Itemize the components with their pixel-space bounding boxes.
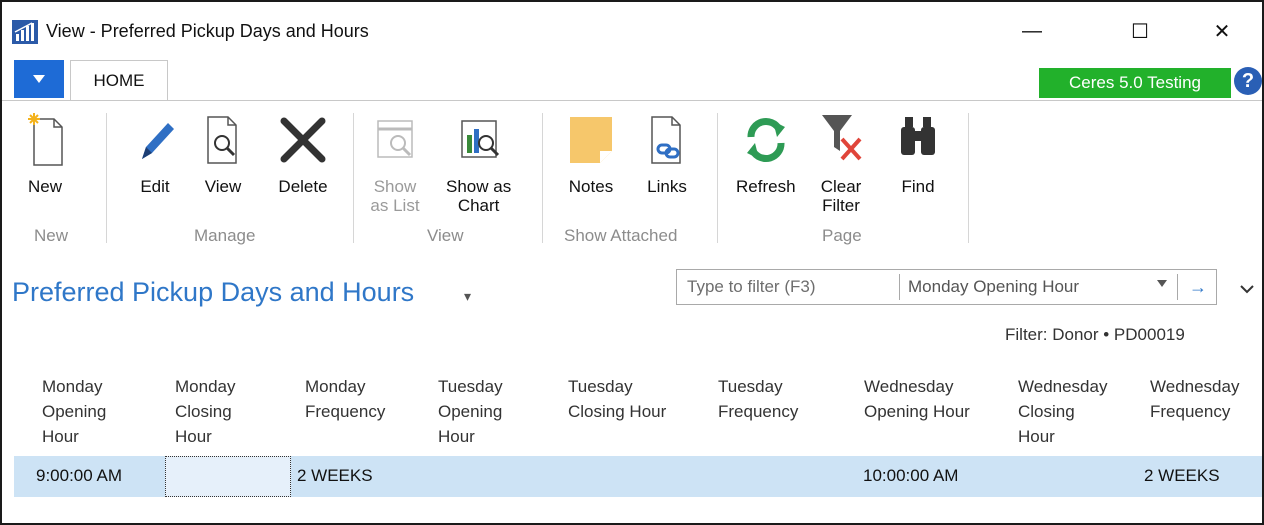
delete-button-label: Delete	[278, 177, 328, 196]
links-button[interactable]: Links	[642, 109, 692, 196]
collapse-chevron-icon[interactable]	[1238, 280, 1256, 298]
group-separator	[353, 113, 354, 243]
binoculars-icon	[901, 117, 935, 155]
show-as-chart-button[interactable]: Show as Chart	[446, 109, 511, 215]
table-cell-monday-frequency[interactable]: 2 WEEKS	[297, 466, 373, 486]
clear-filter-button[interactable]: Clear Filter	[816, 109, 866, 215]
delete-x-icon	[280, 117, 326, 163]
app-logo-icon	[12, 20, 38, 44]
delete-button[interactable]: Delete	[278, 109, 328, 196]
active-filter-label: Filter: Donor • PD00019	[1005, 325, 1185, 344]
link-document-icon	[651, 116, 681, 164]
view-document-icon	[207, 116, 237, 164]
edit-button[interactable]: Edit	[130, 109, 180, 196]
tab-home[interactable]: HOME	[70, 60, 168, 101]
view-button-label: View	[204, 177, 242, 196]
title-bar: View - Preferred Pickup Days and Hours —…	[2, 2, 1262, 52]
table-cell-monday-opening[interactable]: 9:00:00 AM	[36, 466, 122, 486]
chart-view-icon	[460, 120, 499, 158]
table-cell-wednesday-opening[interactable]: 10:00:00 AM	[863, 466, 958, 486]
group-separator	[542, 113, 543, 243]
find-button-label: Find	[901, 177, 935, 196]
refresh-button-label: Refresh	[736, 177, 796, 196]
arrow-right-icon: →	[1189, 276, 1207, 297]
show-as-list-label: Show as List	[370, 177, 420, 215]
column-header-tuesday-opening[interactable]: Tuesday Opening Hour	[438, 374, 503, 449]
apply-filter-button[interactable]: →	[1182, 272, 1214, 302]
help-icon[interactable]: ?	[1234, 67, 1262, 95]
refresh-icon	[746, 117, 785, 163]
group-separator	[968, 113, 969, 243]
chevron-down-icon[interactable]	[1157, 280, 1167, 288]
window-title: View - Preferred Pickup Days and Hours	[46, 21, 369, 41]
ribbon-tab-row: HOME Ceres 5.0 Testing ?	[2, 58, 1262, 101]
notes-button[interactable]: Notes	[566, 109, 616, 196]
group-separator	[106, 113, 107, 243]
dropdown-arrow-icon	[33, 75, 45, 83]
minimize-icon: —	[1022, 19, 1042, 42]
minimize-button[interactable]: —	[1012, 14, 1052, 48]
clear-filter-label: Clear Filter	[820, 177, 862, 215]
view-button[interactable]: View	[198, 109, 248, 196]
table-cell-wednesday-frequency[interactable]: 2 WEEKS	[1144, 466, 1220, 486]
clear-filter-icon	[822, 115, 862, 161]
filter-divider	[1177, 274, 1178, 300]
pencil-icon	[142, 123, 174, 159]
maximize-button[interactable]: ☐	[1120, 14, 1160, 48]
column-header-wednesday-opening[interactable]: Wednesday Opening Hour	[864, 374, 970, 424]
new-button[interactable]: New	[20, 109, 70, 196]
find-button[interactable]: Find	[893, 109, 943, 196]
new-button-label: New	[27, 177, 62, 196]
close-button[interactable]: ✕	[1202, 14, 1242, 48]
edit-button-label: Edit	[140, 177, 170, 196]
notes-button-label: Notes	[568, 177, 614, 196]
page-title[interactable]: Preferred Pickup Days and Hours	[12, 277, 414, 308]
column-header-monday-closing[interactable]: Monday Closing Hour	[175, 374, 235, 449]
table-cell-monday-closing[interactable]	[165, 456, 291, 497]
column-header-monday-opening[interactable]: Monday Opening Hour	[42, 374, 106, 449]
group-separator	[717, 113, 718, 243]
group-label-page: Page	[822, 226, 862, 245]
application-menu-button[interactable]	[14, 60, 64, 98]
group-label-view: View	[427, 226, 464, 245]
group-label-show-attached: Show Attached	[564, 226, 678, 245]
group-label-manage: Manage	[194, 226, 256, 245]
show-as-list-button[interactable]: Show as List	[370, 109, 420, 215]
sticky-note-icon	[570, 117, 612, 163]
list-view-icon	[377, 120, 413, 158]
filter-divider	[899, 274, 900, 300]
show-as-chart-label: Show as Chart	[446, 177, 512, 215]
filter-box: Monday Opening Hour →	[676, 269, 1217, 305]
group-label-new: New	[34, 226, 69, 245]
refresh-button[interactable]: Refresh	[736, 109, 796, 196]
page-title-dropdown-icon[interactable]: ▾	[464, 288, 471, 305]
column-header-wednesday-frequency[interactable]: Wednesday Frequency	[1150, 374, 1239, 424]
environment-badge: Ceres 5.0 Testing	[1039, 68, 1231, 98]
column-header-tuesday-closing[interactable]: Tuesday Closing Hour	[568, 374, 666, 424]
column-header-monday-frequency[interactable]: Monday Frequency	[305, 374, 385, 424]
ribbon: New New Edit View Delete Manage Show as …	[2, 101, 1262, 251]
filter-input[interactable]	[677, 270, 899, 304]
links-button-label: Links	[647, 177, 687, 196]
app-window: View - Preferred Pickup Days and Hours —…	[0, 0, 1264, 525]
filter-field-select[interactable]: Monday Opening Hour	[908, 277, 1079, 297]
maximize-icon: ☐	[1131, 20, 1149, 43]
new-document-icon	[28, 113, 63, 166]
column-header-wednesday-closing[interactable]: Wednesday Closing Hour	[1018, 374, 1107, 449]
column-header-tuesday-frequency[interactable]: Tuesday Frequency	[718, 374, 798, 424]
close-icon: ✕	[1213, 20, 1231, 43]
